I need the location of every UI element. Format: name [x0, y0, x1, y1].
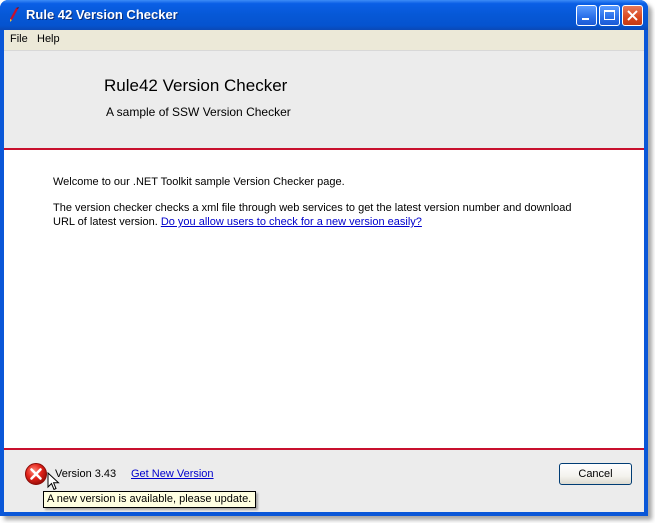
close-button[interactable] — [622, 5, 643, 26]
welcome-text: Welcome to our .NET Toolkit sample Versi… — [53, 176, 345, 188]
get-new-version-link[interactable]: Get New Version — [131, 468, 214, 480]
menu-bar: File Help — [4, 30, 644, 49]
description-text: The version checker checks a xml file th… — [53, 201, 593, 229]
error-icon[interactable] — [24, 462, 48, 486]
mouse-cursor-icon — [47, 472, 60, 491]
page-title: Rule42 Version Checker — [104, 76, 288, 95]
update-tooltip: A new version is available, please updat… — [43, 491, 257, 508]
close-icon — [627, 10, 638, 21]
menu-help[interactable]: Help — [37, 33, 60, 45]
maximize-icon — [604, 10, 615, 20]
minimize-button[interactable] — [576, 5, 597, 26]
cancel-button[interactable]: Cancel — [559, 463, 632, 485]
version-check-link[interactable]: Do you allow users to check for a new ve… — [161, 216, 422, 228]
client-area: File Help Rule42 Version Checker A sampl… — [4, 30, 644, 512]
menu-file[interactable]: File — [10, 33, 28, 45]
content-panel: Welcome to our .NET Toolkit sample Versi… — [4, 150, 644, 448]
maximize-button[interactable] — [599, 5, 620, 26]
app-icon — [10, 7, 19, 22]
app-window: Rule 42 Version Checker File Help Rule42… — [0, 0, 648, 516]
version-label: Version 3.43 — [55, 468, 117, 480]
header-panel: Rule42 Version Checker A sample of SSW V… — [4, 50, 644, 149]
page-subtitle: A sample of SSW Version Checker — [106, 105, 291, 119]
title-bar[interactable]: Rule 42 Version Checker — [0, 0, 648, 30]
minimize-icon — [582, 18, 589, 20]
window-title: Rule 42 Version Checker — [26, 7, 178, 22]
